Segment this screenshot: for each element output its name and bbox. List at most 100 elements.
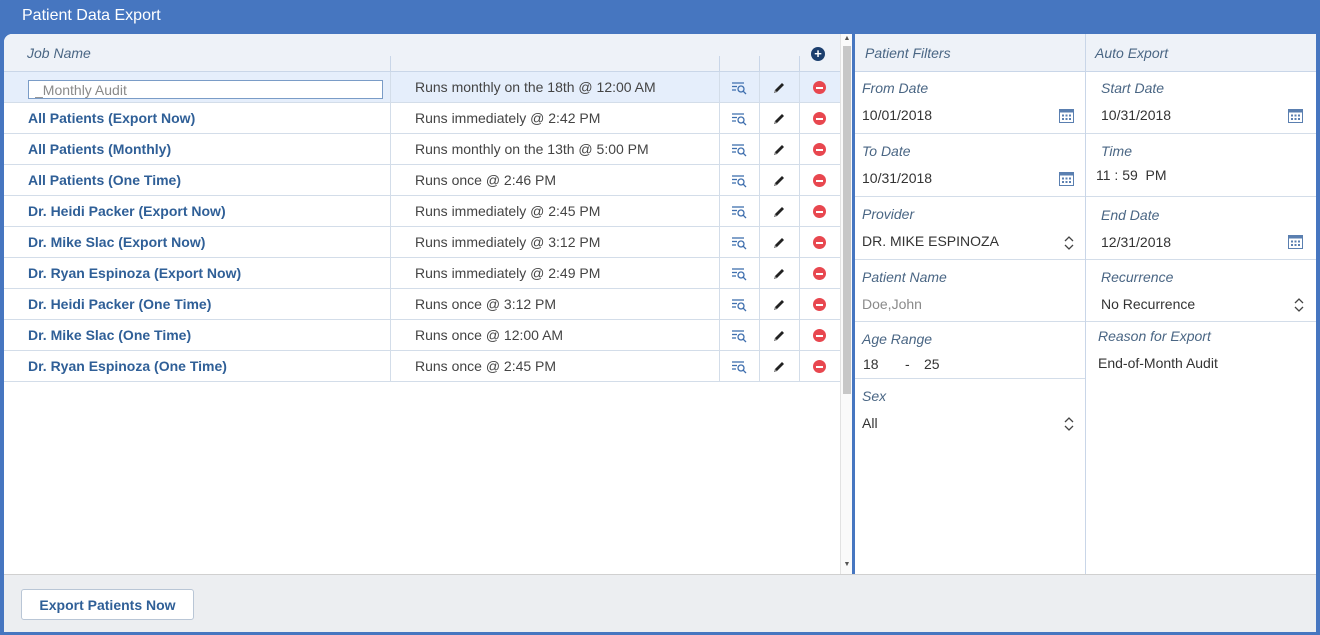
job-name-link[interactable]: All Patients (Export Now) <box>28 110 195 126</box>
edit-pencil-icon[interactable] <box>759 134 799 165</box>
delete-icon[interactable] <box>799 227 839 258</box>
table-row[interactable]: All Patients (Export Now) Runs immediatel… <box>4 103 840 134</box>
edit-pencil-icon[interactable] <box>759 289 799 320</box>
job-schedule: Runs once @ 2:45 PM <box>415 358 557 374</box>
delete-icon[interactable] <box>799 289 839 320</box>
job-name-link[interactable]: Dr. Heidi Packer (Export Now) <box>28 203 226 219</box>
provider-select[interactable]: DR. MIKE ESPINOZA <box>862 233 999 249</box>
filter-search-icon[interactable] <box>719 227 759 258</box>
export-patients-now-button[interactable]: Export Patients Now <box>21 589 194 620</box>
add-job-icon[interactable]: + <box>811 47 825 61</box>
reason-field[interactable]: Reason for Export End-of-Month Audit <box>1086 322 1316 442</box>
main-content: Job Name + Runs monthly on the 18th @ 12… <box>4 34 1316 574</box>
job-name-link[interactable]: Dr. Mike Slac (One Time) <box>28 327 191 343</box>
start-date-label: Start Date <box>1101 80 1165 96</box>
filter-search-icon[interactable] <box>719 134 759 165</box>
edit-pencil-icon[interactable] <box>759 72 799 103</box>
job-schedule: Runs monthly on the 13th @ 5:00 PM <box>415 141 649 157</box>
table-row[interactable]: Dr. Mike Slac (One Time) Runs once @ 12:0… <box>4 320 840 351</box>
to-date-field[interactable]: To Date 10/31/2018 <box>855 134 1085 197</box>
cell-divider <box>390 103 391 134</box>
updown-chevron-icon[interactable] <box>1294 298 1304 312</box>
table-row[interactable]: Dr. Ryan Espinoza (Export Now) Runs immed… <box>4 258 840 289</box>
filter-search-icon[interactable] <box>719 289 759 320</box>
patient-name-field[interactable]: Patient Name Doe,John <box>855 260 1085 322</box>
table-row[interactable]: Dr. Mike Slac (Export Now) Runs immediate… <box>4 227 840 258</box>
updown-chevron-icon[interactable] <box>1064 236 1074 250</box>
table-row[interactable]: Dr. Ryan Espinoza (One Time) Runs once @ … <box>4 351 840 382</box>
edit-pencil-icon[interactable] <box>759 165 799 196</box>
from-date-value[interactable]: 10/01/2018 <box>862 107 932 123</box>
calendar-icon[interactable] <box>1288 108 1303 123</box>
scroll-up-icon[interactable]: ▲ <box>843 35 851 45</box>
filter-search-icon[interactable] <box>719 196 759 227</box>
end-date-field[interactable]: End Date 12/31/2018 <box>1086 197 1316 260</box>
job-name-link[interactable]: Dr. Ryan Espinoza (One Time) <box>28 358 227 374</box>
job-name-link[interactable]: All Patients (One Time) <box>28 172 181 188</box>
time-field[interactable]: Time 11 : 59 PM <box>1086 134 1316 197</box>
filter-search-icon[interactable] <box>719 351 759 382</box>
age-max-input[interactable]: 25 <box>924 356 940 372</box>
job-name-link[interactable]: Dr. Ryan Espinoza (Export Now) <box>28 265 241 281</box>
edit-pencil-icon[interactable] <box>759 320 799 351</box>
edit-pencil-icon[interactable] <box>759 258 799 289</box>
delete-icon[interactable] <box>799 165 839 196</box>
time-value[interactable]: 11 : 59 PM <box>1096 167 1167 183</box>
age-min-input[interactable]: 18 <box>863 356 879 372</box>
filter-search-icon[interactable] <box>719 72 759 103</box>
grid-scrollbar[interactable]: ▲ ▼ <box>840 34 852 574</box>
sex-select[interactable]: All <box>862 415 878 431</box>
from-date-label: From Date <box>862 80 929 96</box>
recurrence-select[interactable]: No Recurrence <box>1101 296 1195 312</box>
delete-icon[interactable] <box>799 103 839 134</box>
edit-pencil-icon[interactable] <box>759 227 799 258</box>
grid-header: Job Name + <box>4 34 840 72</box>
to-date-label: To Date <box>862 143 911 159</box>
recurrence-field[interactable]: Recurrence No Recurrence <box>1086 260 1316 322</box>
job-schedule: Runs immediately @ 2:49 PM <box>415 265 601 281</box>
delete-icon[interactable] <box>799 258 839 289</box>
delete-icon[interactable] <box>799 351 839 382</box>
sex-field[interactable]: Sex All <box>855 379 1085 442</box>
filter-search-icon[interactable] <box>719 258 759 289</box>
calendar-icon[interactable] <box>1059 108 1074 123</box>
filter-search-icon[interactable] <box>719 320 759 351</box>
delete-icon[interactable] <box>799 196 839 227</box>
job-name-link[interactable]: Dr. Heidi Packer (One Time) <box>28 296 211 312</box>
age-range-field[interactable]: Age Range 18 - 25 <box>855 322 1085 379</box>
edit-pencil-icon[interactable] <box>759 103 799 134</box>
job-name-link[interactable]: All Patients (Monthly) <box>28 141 171 157</box>
scroll-down-icon[interactable]: ▼ <box>843 561 851 571</box>
recurrence-label: Recurrence <box>1101 269 1174 285</box>
cell-divider <box>390 227 391 258</box>
sex-label: Sex <box>862 388 887 404</box>
delete-icon[interactable] <box>799 134 839 165</box>
scrollbar-thumb[interactable] <box>843 46 851 394</box>
job-name-input[interactable] <box>28 80 383 99</box>
edit-pencil-icon[interactable] <box>759 351 799 382</box>
calendar-icon[interactable] <box>1059 171 1074 186</box>
start-date-value[interactable]: 10/31/2018 <box>1101 107 1171 123</box>
table-row[interactable]: All Patients (One Time) Runs once @ 2:46 … <box>4 165 840 196</box>
table-row[interactable]: Dr. Heidi Packer (One Time) Runs once @ 3… <box>4 289 840 320</box>
reason-input[interactable]: End-of-Month Audit <box>1098 355 1218 371</box>
delete-icon[interactable] <box>799 72 839 103</box>
table-row[interactable]: All Patients (Monthly) Runs monthly on th… <box>4 134 840 165</box>
calendar-icon[interactable] <box>1288 234 1303 249</box>
delete-icon[interactable] <box>799 320 839 351</box>
filter-search-icon[interactable] <box>719 103 759 134</box>
provider-field[interactable]: Provider DR. MIKE ESPINOZA <box>855 197 1085 260</box>
to-date-value[interactable]: 10/31/2018 <box>862 170 932 186</box>
end-date-value[interactable]: 12/31/2018 <box>1101 234 1171 250</box>
edit-pencil-icon[interactable] <box>759 196 799 227</box>
table-row[interactable]: Runs monthly on the 18th @ 12:00 AM <box>4 72 840 103</box>
job-name-link[interactable]: Dr. Mike Slac (Export Now) <box>28 234 205 250</box>
cell-divider <box>390 196 391 227</box>
filter-search-icon[interactable] <box>719 165 759 196</box>
start-date-field[interactable]: Start Date 10/31/2018 <box>1086 72 1316 134</box>
updown-chevron-icon[interactable] <box>1064 417 1074 431</box>
from-date-field[interactable]: From Date 10/01/2018 <box>855 72 1085 134</box>
patient-name-input[interactable]: Doe,John <box>862 296 922 312</box>
table-row[interactable]: Dr. Heidi Packer (Export Now) Runs immedi… <box>4 196 840 227</box>
cell-divider <box>390 320 391 351</box>
